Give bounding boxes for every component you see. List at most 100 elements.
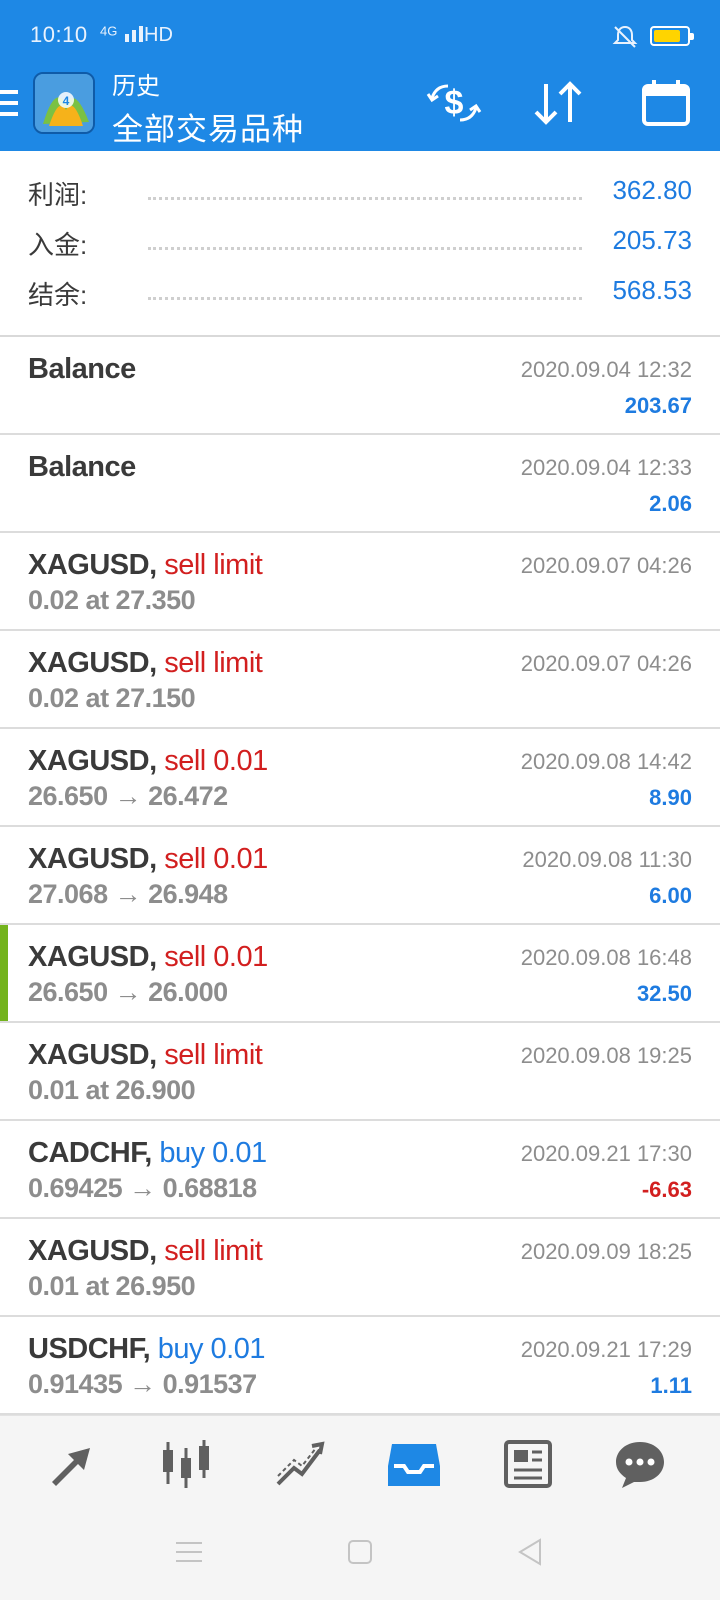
deal-action: sell limit bbox=[164, 1039, 263, 1071]
deal-date: 2020.09.04 12:33 bbox=[520, 455, 692, 480]
deal-symbol: XAGUSD, bbox=[28, 745, 157, 777]
chat-icon[interactable] bbox=[612, 1438, 668, 1490]
page-subtitle: 历史 bbox=[112, 73, 160, 100]
summary-value: 205.73 bbox=[612, 225, 692, 255]
deal-profit: 203.67 bbox=[624, 393, 692, 418]
top-bar: 10:10 4G HD 4 历史 全部交易品种 $ bbox=[0, 0, 720, 151]
deal-date: 2020.09.07 04:26 bbox=[520, 553, 692, 578]
deal-date: 2020.09.09 18:25 bbox=[520, 1239, 692, 1264]
deal-title: USDCHF, buy 0.01 bbox=[28, 1333, 266, 1366]
deal-symbol: XAGUSD, bbox=[28, 549, 157, 581]
deal-row[interactable]: Balance 2020.09.04 12:33 2.06 bbox=[0, 435, 720, 533]
deal-title: XAGUSD, sell 0.01 bbox=[28, 843, 268, 876]
deal-profit: 8.90 bbox=[649, 785, 692, 810]
deal-detail: 0.91435 → 0.91537 bbox=[28, 1369, 257, 1399]
calendar-icon[interactable] bbox=[640, 78, 692, 128]
deal-title: XAGUSD, sell limit bbox=[28, 549, 263, 582]
deal-date: 2020.09.21 17:30 bbox=[520, 1141, 692, 1166]
deal-detail: 0.02 at 27.150 bbox=[28, 683, 196, 713]
summary-label: 利润: bbox=[28, 180, 88, 210]
deal-detail: 0.01 at 26.900 bbox=[28, 1075, 196, 1105]
deal-profit: 32.50 bbox=[636, 981, 692, 1006]
deal-list: Balance 2020.09.04 12:32 203.67 Balance 2020… bbox=[0, 337, 720, 1415]
deal-date: 2020.09.08 11:30 bbox=[522, 847, 692, 872]
deal-detail: 26.650 → 26.000 bbox=[28, 977, 228, 1007]
hd-indicator: HD bbox=[144, 24, 173, 46]
deal-row[interactable]: Balance 2020.09.04 12:32 203.67 bbox=[0, 337, 720, 435]
deal-row[interactable]: XAGUSD, sell 0.01 26.650 → 26.472 2020.09.… bbox=[0, 729, 720, 827]
deal-row[interactable]: USDCHF, buy 0.01 0.91435 → 0.91537 2020.09… bbox=[0, 1317, 720, 1415]
dotted-leader bbox=[148, 297, 582, 300]
battery-nub bbox=[690, 33, 694, 40]
summary-value: 568.53 bbox=[612, 275, 692, 305]
deal-detail: 0.69425 → 0.68818 bbox=[28, 1173, 257, 1203]
status-time: 10:10 bbox=[30, 22, 88, 47]
deal-action: sell 0.01 bbox=[164, 745, 268, 777]
deal-title: Balance bbox=[28, 451, 136, 484]
deal-date: 2020.09.08 14:42 bbox=[520, 749, 692, 774]
quotes-icon[interactable] bbox=[44, 1438, 100, 1490]
sort-icon[interactable] bbox=[530, 78, 586, 128]
deal-detail: 26.650 → 26.472 bbox=[28, 781, 228, 811]
bottom-nav bbox=[0, 1415, 720, 1505]
deal-row[interactable]: XAGUSD, sell 0.01 27.068 → 26.948 2020.09.… bbox=[0, 827, 720, 925]
deal-title: Balance bbox=[28, 353, 136, 386]
deal-symbol: Balance bbox=[28, 353, 136, 385]
page-title[interactable]: 全部交易品种 bbox=[112, 104, 304, 149]
chart-icon[interactable] bbox=[158, 1438, 214, 1490]
summary-balance-row: 结余: 568.53 bbox=[28, 271, 692, 311]
deal-row[interactable]: XAGUSD, sell 0.01 26.650 → 26.000 2020.09.… bbox=[0, 925, 720, 1023]
history-icon[interactable] bbox=[386, 1438, 442, 1490]
deal-title: XAGUSD, sell limit bbox=[28, 1235, 263, 1268]
deal-date: 2020.09.08 19:25 bbox=[520, 1043, 692, 1068]
deal-action: sell limit bbox=[164, 1235, 263, 1267]
deal-detail: 27.068 → 26.948 bbox=[28, 879, 228, 909]
summary-value: 362.80 bbox=[612, 175, 692, 205]
deal-date: 2020.09.07 04:26 bbox=[520, 651, 692, 676]
deal-row[interactable]: XAGUSD, sell limit 0.02 at 27.150 2020.09.… bbox=[0, 631, 720, 729]
deal-date: 2020.09.21 17:29 bbox=[520, 1337, 692, 1362]
deal-profit: -6.63 bbox=[641, 1177, 692, 1202]
deal-row[interactable]: XAGUSD, sell limit 0.02 at 27.350 2020.09.… bbox=[0, 533, 720, 631]
menu-icon[interactable] bbox=[0, 90, 18, 116]
deal-date: 2020.09.08 16:48 bbox=[520, 945, 692, 970]
svg-text:$: $ bbox=[445, 84, 464, 122]
summary-label: 结余: bbox=[28, 280, 88, 310]
metatrader-logo: 4 bbox=[33, 72, 95, 134]
back-icon[interactable] bbox=[514, 1535, 548, 1569]
summary-panel: 利润: 362.80 入金: 205.73 结余: 568.53 bbox=[0, 151, 720, 337]
deal-symbol: XAGUSD, bbox=[28, 1039, 157, 1071]
deal-profit: 6.00 bbox=[649, 883, 692, 908]
deal-symbol: XAGUSD, bbox=[28, 843, 157, 875]
signal-indicator: 4G bbox=[100, 22, 149, 42]
deal-date: 2020.09.04 12:32 bbox=[520, 357, 692, 382]
deal-row[interactable]: XAGUSD, sell limit 0.01 at 26.950 2020.09.… bbox=[0, 1219, 720, 1317]
status-bar: 10:10 4G HD bbox=[0, 0, 720, 72]
deal-row[interactable]: XAGUSD, sell limit 0.01 at 26.900 2020.09.… bbox=[0, 1023, 720, 1121]
trade-icon[interactable] bbox=[272, 1438, 328, 1490]
recent-apps-icon[interactable] bbox=[172, 1535, 206, 1569]
news-icon[interactable] bbox=[500, 1438, 556, 1490]
deal-title: CADCHF, buy 0.01 bbox=[28, 1137, 267, 1170]
deal-action: sell limit bbox=[164, 549, 263, 581]
currency-exchange-icon[interactable]: $ bbox=[426, 78, 482, 128]
deal-profit: 2.06 bbox=[649, 491, 692, 516]
deal-title: XAGUSD, sell 0.01 bbox=[28, 941, 268, 974]
summary-profit-row: 利润: 362.80 bbox=[28, 171, 692, 211]
deal-action: sell 0.01 bbox=[164, 843, 268, 875]
deal-action: buy 0.01 bbox=[159, 1137, 267, 1169]
battery-level bbox=[654, 30, 680, 42]
home-icon[interactable] bbox=[343, 1535, 377, 1569]
signal-label: 4G bbox=[100, 23, 118, 39]
deal-title: XAGUSD, sell 0.01 bbox=[28, 745, 268, 778]
deal-symbol: XAGUSD, bbox=[28, 941, 157, 973]
deal-symbol: Balance bbox=[28, 451, 136, 483]
svg-text:4: 4 bbox=[63, 94, 70, 108]
system-nav bbox=[0, 1505, 720, 1600]
deal-detail: 0.02 at 27.350 bbox=[28, 585, 196, 615]
deal-action: sell limit bbox=[164, 647, 263, 679]
deal-action: buy 0.01 bbox=[157, 1333, 266, 1365]
dotted-leader bbox=[148, 247, 582, 250]
deal-row[interactable]: CADCHF, buy 0.01 0.69425 → 0.68818 2020.09… bbox=[0, 1121, 720, 1219]
battery-icon bbox=[650, 26, 694, 46]
